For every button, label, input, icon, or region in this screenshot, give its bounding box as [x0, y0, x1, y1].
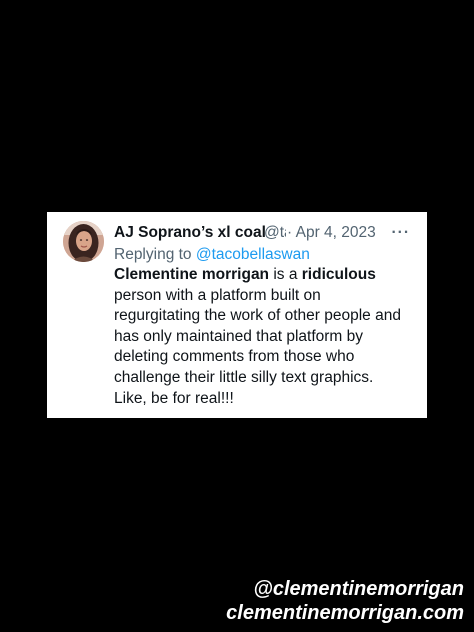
- mention-subject: Clementine morrigan: [114, 266, 270, 283]
- author-name[interactable]: AJ Soprano’s xl coal: [114, 222, 266, 244]
- date-text: Apr 4, 2023: [295, 224, 376, 241]
- more-horizontal-icon[interactable]: ···: [392, 222, 411, 244]
- avatar-image: [63, 221, 104, 262]
- watermark-handle: @clementinemorrigan: [253, 578, 464, 600]
- reply-prefix: Replying to: [114, 246, 192, 263]
- tweet-line-4: has only maintained that platform by: [114, 327, 363, 345]
- replying-to: Replying to @tacobellaswan: [114, 244, 310, 266]
- tweet-line-7: Like, be for real!!!: [114, 389, 234, 407]
- tweet-line-2: person with a platform built on: [114, 286, 321, 304]
- separator: ·: [287, 224, 293, 241]
- author-handle[interactable]: @tacobellaswan: [264, 222, 286, 244]
- tweet-header: AJ Soprano’s xl coal @tacobellaswan · Ap…: [114, 222, 417, 244]
- watermark-url: clementinemorrigan.com: [226, 602, 464, 624]
- tweet-date[interactable]: · Apr 4, 2023: [287, 222, 376, 244]
- tweet-line-5: deleting comments from those who: [114, 348, 355, 366]
- tweet-text: Clementine morrigan is a ridiculous pers…: [114, 265, 414, 409]
- reply-mention-link[interactable]: @tacobellaswan: [196, 246, 310, 263]
- tweet-card: AJ Soprano’s xl coal @tacobellaswan · Ap…: [47, 212, 427, 418]
- avatar[interactable]: [63, 221, 104, 262]
- emphasis-word: ridiculous: [301, 266, 376, 283]
- text-fragment: is a: [269, 266, 302, 283]
- tweet-line-3: regurgitating the work of other people a…: [114, 307, 401, 325]
- tweet-line-1: Clementine morrigan is a ridiculous: [114, 265, 414, 286]
- tweet-line-6: challenge their little silly text graphi…: [114, 368, 374, 386]
